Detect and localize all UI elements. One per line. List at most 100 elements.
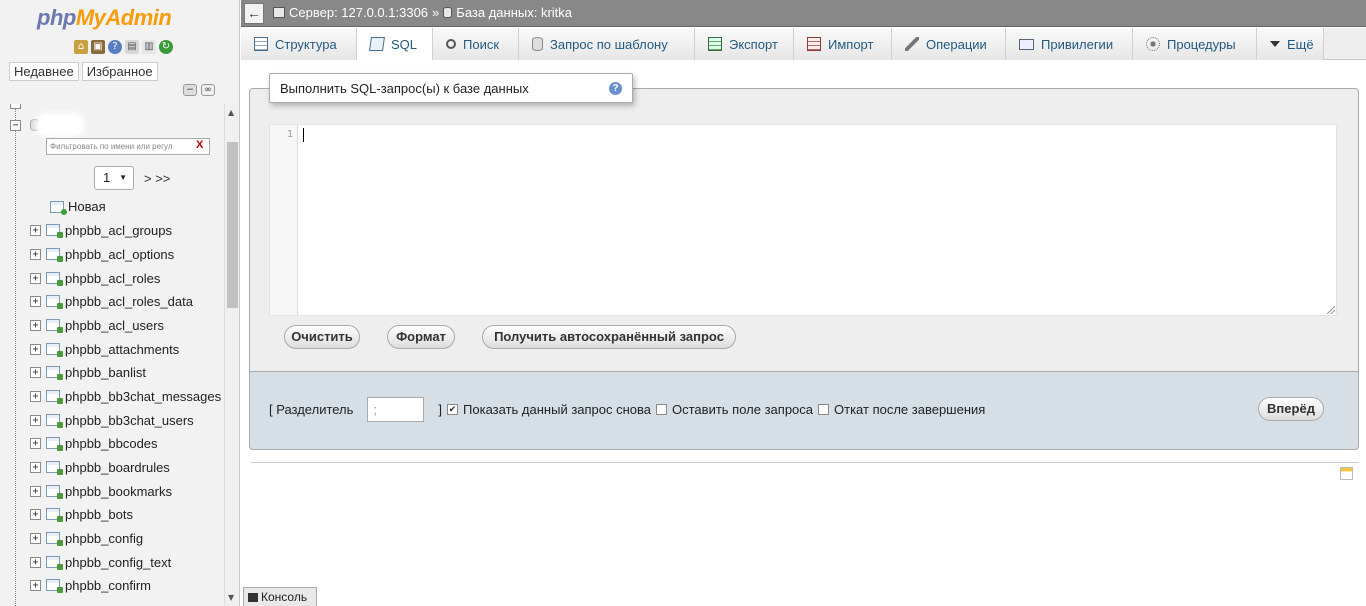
tab-privileges[interactable]: Привилегии [1006,28,1133,60]
show-query-again-checkbox[interactable]: ✔ [447,404,459,415]
expand-icon[interactable]: + [30,319,41,331]
expand-icon[interactable]: + [30,579,41,591]
table-name[interactable]: phpbb_acl_options [65,247,174,262]
table-name[interactable]: phpbb_attachments [65,342,179,357]
filter-clear-button[interactable]: X [196,139,203,151]
tab-sql[interactable]: SQL [357,28,433,61]
tab-more[interactable]: Ещё [1257,28,1324,60]
retain-query-box-checkbox[interactable] [656,404,668,415]
table-name[interactable]: phpbb_bookmarks [65,484,172,499]
table-row[interactable]: + phpbb_bb3chat_messages [30,386,221,406]
help-icon[interactable]: ? [108,40,122,54]
database-collapse-icon[interactable]: − [10,120,21,131]
tree-expander-prev[interactable] [10,104,21,109]
table-row[interactable]: + phpbb_banlist [30,362,146,382]
table-row[interactable]: + phpbb_config [30,528,143,548]
settings-icon[interactable]: ▥ [142,40,156,54]
expand-icon[interactable]: + [30,532,41,544]
resize-handle-icon[interactable] [1327,306,1335,314]
table-row[interactable]: + phpbb_acl_roles_data [30,291,193,311]
table-name[interactable]: phpbb_confirm [65,578,151,593]
table-row[interactable]: + phpbb_confirm [30,575,151,595]
expand-icon[interactable]: + [30,295,41,307]
delimiter-input[interactable]: ; [367,397,425,422]
tab-export[interactable]: Экспорт [695,28,794,60]
table-row[interactable]: + phpbb_acl_options [30,244,174,264]
rollback-checkbox[interactable] [818,404,830,415]
retain-query-box-label[interactable]: Оставить поле запроса [672,402,813,417]
tab-operations[interactable]: Операции [892,28,1006,60]
table-row[interactable]: + phpbb_bb3chat_users [30,410,194,430]
table-row[interactable]: + phpbb_bookmarks [30,481,172,501]
scroll-down-icon[interactable]: ▼ [228,593,234,602]
rollback-label[interactable]: Откат после завершения [834,402,985,417]
expand-icon[interactable]: + [30,437,41,449]
tab-search[interactable]: Поиск [433,28,519,60]
expand-icon[interactable]: + [30,366,41,378]
logout-icon[interactable]: ▣ [91,40,105,54]
table-row[interactable]: + phpbb_acl_groups [30,220,172,240]
scroll-up-icon[interactable]: ▲ [228,108,234,117]
table-row[interactable]: + phpbb_bbcodes [30,433,158,453]
table-row[interactable]: + phpbb_config_text [30,552,171,572]
expand-icon[interactable]: + [30,414,41,426]
table-row[interactable]: + phpbb_bots [30,504,133,524]
console-toggle[interactable]: Консоль [243,587,317,606]
format-button[interactable]: Формат [387,325,455,349]
breadcrumb-server[interactable]: Сервер: 127.0.0.1:3306 [289,5,428,20]
expand-icon[interactable]: + [30,461,41,473]
recent-tab[interactable]: Недавнее [9,62,79,81]
table-name[interactable]: phpbb_config [65,531,143,546]
expand-icon[interactable]: + [30,224,41,236]
table-name[interactable]: phpbb_bots [65,507,133,522]
tab-structure[interactable]: Структура [241,28,357,60]
bookmark-note-icon[interactable] [1340,467,1353,480]
new-table-item[interactable]: Новая [50,199,106,215]
page-select[interactable]: 1 ▼ [94,166,134,190]
show-query-again-label[interactable]: Показать данный запрос снова [463,402,651,417]
scrollbar-thumb[interactable] [227,142,238,308]
table-name[interactable]: phpbb_boardrules [65,460,170,475]
nav-scrollbar[interactable]: ▲ ▼ [224,104,239,606]
table-name[interactable]: phpbb_bb3chat_users [65,413,194,428]
reload-icon[interactable]: ↻ [159,40,173,54]
table-name[interactable]: phpbb_acl_roles [65,271,160,286]
expand-icon[interactable]: + [30,556,41,568]
tab-procedures[interactable]: Процедуры [1133,28,1257,60]
expand-icon[interactable]: + [30,508,41,520]
phpmyadmin-logo[interactable]: phpMyAdmin [37,5,172,31]
page-next-links[interactable]: > >> [144,171,170,186]
table-row[interactable]: + phpbb_boardrules [30,457,170,477]
favorites-tab[interactable]: Избранное [81,62,158,81]
collapse-nav-button[interactable]: ← [244,3,264,24]
table-name[interactable]: phpbb_acl_roles_data [65,294,193,309]
table-name[interactable]: phpbb_banlist [65,365,146,380]
expand-icon[interactable]: + [30,248,41,260]
table-row[interactable]: + phpbb_attachments [30,339,179,359]
documentation-icon[interactable]: ▤ [125,40,139,54]
link-with-main-icon[interactable]: ∞ [201,84,215,96]
table-name[interactable]: phpbb_bbcodes [65,436,158,451]
table-filter-input[interactable]: Фильтровать по имени или регул [46,138,210,155]
table-row[interactable]: + phpbb_acl_users [30,315,164,335]
table-name[interactable]: phpbb_config_text [65,555,171,570]
expand-icon[interactable]: + [30,272,41,284]
sql-query-editor[interactable]: 1 [269,124,1337,316]
expand-icon[interactable]: + [30,485,41,497]
table-name[interactable]: phpbb_acl_groups [65,223,172,238]
go-button[interactable]: Вперёд [1258,397,1324,421]
table-name[interactable]: phpbb_acl_users [65,318,164,333]
collapse-all-icon[interactable]: − [183,84,197,96]
home-icon[interactable]: ⌂ [74,40,88,54]
table-name[interactable]: phpbb_bb3chat_messages [65,389,221,404]
tab-import[interactable]: Импорт [794,28,892,60]
expand-icon[interactable]: + [30,390,41,402]
tab-query-by-example[interactable]: Запрос по шаблону [519,28,695,60]
breadcrumb-database[interactable]: База данных: kritka [456,5,572,20]
database-name-redacted[interactable] [38,116,82,134]
table-row[interactable]: + phpbb_acl_roles [30,268,160,288]
clear-button[interactable]: Очистить [284,325,360,349]
help-icon[interactable]: ? [609,82,622,95]
get-autosaved-query-button[interactable]: Получить автосохранённый запрос [482,325,736,349]
expand-icon[interactable]: + [30,343,41,355]
